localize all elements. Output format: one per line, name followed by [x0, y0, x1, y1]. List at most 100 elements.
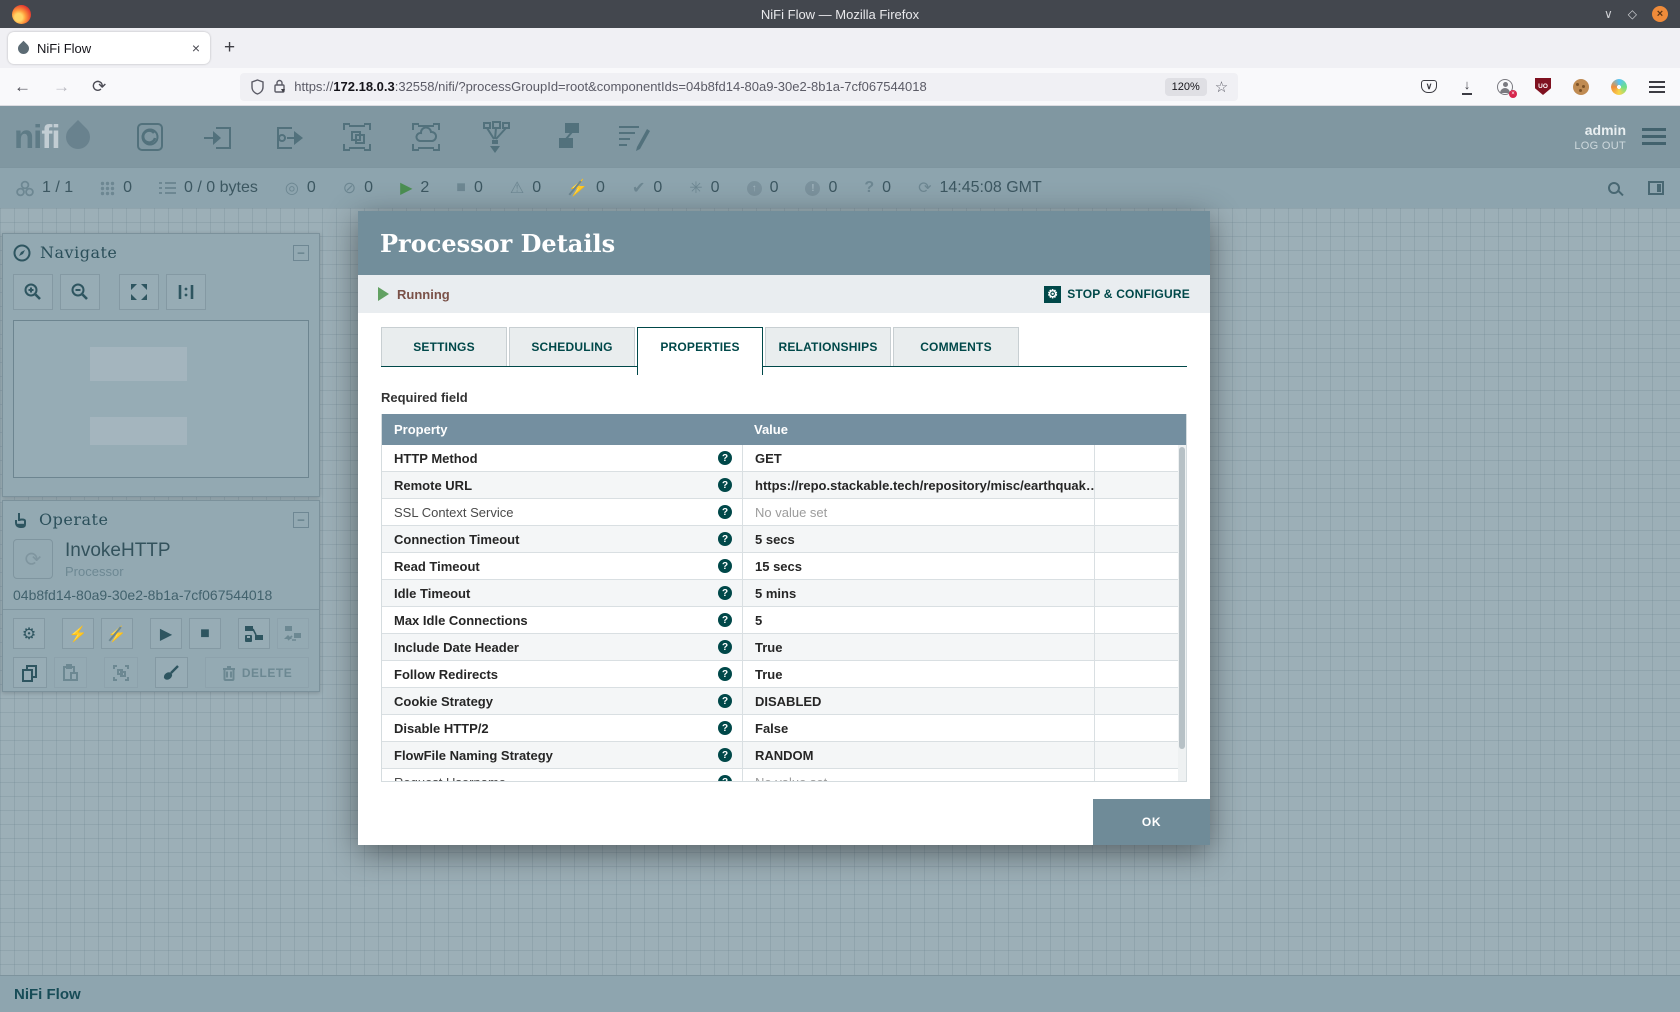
processor-tool-icon[interactable] [132, 119, 168, 155]
table-row: FlowFile Naming Strategy? RANDOM [382, 742, 1186, 769]
tab-bar: NiFi Flow × + [0, 28, 1680, 68]
help-icon[interactable]: ? [718, 694, 732, 708]
remote-process-group-tool-icon[interactable] [408, 119, 444, 155]
stop-and-configure-button[interactable]: ⚙ STOP & CONFIGURE [1044, 286, 1190, 303]
stat-not-transmitting: ⊘0 [343, 178, 373, 198]
properties-table: Property Value HTTP Method? GET Remote U… [381, 414, 1187, 782]
enable-button[interactable]: ⚡ [62, 618, 94, 649]
tab-close-icon[interactable]: × [192, 40, 200, 56]
window-close-icon[interactable]: × [1652, 6, 1668, 22]
search-icon[interactable] [1608, 182, 1620, 194]
ublock-extension-icon[interactable]: UO [1535, 78, 1551, 95]
tab-relationships[interactable]: RELATIONSHIPS [765, 327, 891, 367]
processor-stamp-icon: ⟳ [13, 539, 53, 579]
process-group-tool-icon[interactable] [339, 119, 375, 155]
account-icon[interactable]: × [1496, 78, 1514, 96]
label-tool-icon[interactable] [615, 119, 651, 155]
current-user: admin [1574, 122, 1626, 138]
input-port-tool-icon[interactable] [201, 119, 237, 155]
start-button[interactable]: ▶ [150, 618, 182, 649]
lock-warning-icon[interactable] [273, 79, 286, 94]
stop-button[interactable]: ■ [189, 618, 221, 649]
tab-settings[interactable]: SETTINGS [381, 327, 507, 367]
help-icon[interactable]: ? [718, 667, 732, 681]
dialog-title: Processor Details [380, 229, 615, 258]
reload-button[interactable]: ⟳ [92, 77, 106, 97]
table-row: Follow Redirects? True [382, 661, 1186, 688]
global-menu-icon[interactable] [1642, 128, 1666, 145]
configure-button[interactable]: ⚙ [13, 618, 45, 649]
help-icon[interactable]: ? [718, 451, 732, 465]
funnel-tool-icon[interactable] [477, 119, 513, 155]
help-icon[interactable]: ? [718, 586, 732, 600]
color-button[interactable] [155, 657, 189, 688]
bookmark-star-icon[interactable]: ☆ [1215, 78, 1228, 96]
nifi-drop-icon [61, 120, 95, 154]
birdseye-minimap[interactable] [13, 320, 309, 478]
nifi-logo: nifi [14, 118, 90, 156]
refresh-icon[interactable]: ⟳ [918, 178, 931, 198]
flow-status-bar: 1 / 1 0 0 / 0 bytes ◎0 ⊘0 ▶2 ■0 ⚠0 ⚡0 ✔0… [0, 167, 1680, 208]
dialog-header: Processor Details [358, 211, 1210, 275]
help-icon[interactable]: ? [718, 748, 732, 762]
zoom-out-button[interactable] [60, 274, 100, 310]
help-icon[interactable]: ? [718, 613, 732, 627]
logout-link[interactable]: LOG OUT [1574, 140, 1626, 152]
downloads-icon[interactable]: ↓ [1462, 78, 1473, 94]
help-icon[interactable]: ? [718, 559, 732, 573]
help-icon[interactable]: ? [718, 505, 732, 519]
table-rows: HTTP Method? GET Remote URL? https://rep… [382, 445, 1186, 781]
upload-template-button [277, 618, 309, 649]
run-status-text: Running [397, 287, 450, 302]
table-scrollbar[interactable] [1178, 445, 1186, 781]
tracking-shield-icon[interactable] [250, 79, 265, 95]
collapse-operate-icon[interactable]: – [293, 512, 309, 528]
toggle-panel-icon[interactable] [1648, 181, 1664, 195]
table-row: Idle Timeout? 5 mins [382, 580, 1186, 607]
help-icon[interactable]: ? [718, 640, 732, 654]
window-titlebar: NiFi Flow — Mozilla Firefox ∨ ◇ × [0, 0, 1680, 28]
stat-locally-modified: ✳0 [689, 178, 719, 198]
cookie-extension-icon[interactable] [1573, 79, 1589, 95]
tab-comments[interactable]: COMMENTS [893, 327, 1019, 367]
output-port-tool-icon[interactable] [270, 119, 306, 155]
copy-button[interactable] [13, 657, 47, 688]
minimap-component [90, 347, 187, 381]
help-icon[interactable]: ? [718, 478, 732, 492]
tab-scheduling[interactable]: SCHEDULING [509, 327, 635, 367]
stat-active-threads: 0 [100, 179, 132, 197]
help-icon[interactable]: ? [718, 775, 732, 781]
url-bar[interactable]: https://172.18.0.3:32558/nifi/?processGr… [240, 73, 1238, 101]
pocket-icon[interactable]: ∨ [1421, 80, 1437, 93]
minimap-component [90, 417, 187, 445]
scrollbar-thumb[interactable] [1179, 447, 1185, 749]
save-template-button[interactable] [238, 618, 270, 649]
page-zoom-badge[interactable]: 120% [1165, 78, 1207, 96]
app-menu-icon[interactable] [1649, 81, 1665, 93]
ok-button[interactable]: OK [1093, 799, 1210, 845]
required-field-note: Required field [381, 390, 1187, 405]
breadcrumb-root[interactable]: NiFi Flow [14, 986, 81, 1003]
help-icon[interactable]: ? [718, 532, 732, 546]
back-button[interactable]: ← [14, 77, 31, 97]
screen: NiFi Flow — Mozilla Firefox ∨ ◇ × NiFi F… [0, 0, 1680, 1012]
table-row: HTTP Method? GET [382, 445, 1186, 472]
template-tool-icon[interactable] [546, 119, 582, 155]
zoom-actual-size-button[interactable] [166, 274, 206, 310]
zoom-fit-button[interactable] [119, 274, 159, 310]
disable-button[interactable]: ⚡ [101, 618, 133, 649]
extension-sparkle-icon[interactable] [1611, 79, 1627, 95]
browser-tab-nifi-flow[interactable]: NiFi Flow × [8, 32, 210, 64]
table-row: Disable HTTP/2? False [382, 715, 1186, 742]
url-text[interactable]: https://172.18.0.3:32558/nifi/?processGr… [294, 79, 1156, 94]
new-tab-button[interactable]: + [224, 37, 235, 59]
refresh-status: ⟳ 14:45:08 GMT [918, 178, 1042, 198]
help-icon[interactable]: ? [718, 721, 732, 735]
delete-button: DELETE [205, 657, 309, 688]
window-minimize-icon[interactable]: ∨ [1604, 8, 1613, 20]
tab-properties[interactable]: PROPERTIES [637, 327, 763, 375]
zoom-in-button[interactable] [13, 274, 53, 310]
collapse-navigate-icon[interactable]: – [293, 245, 309, 261]
browser-navbar: ← → ⟳ https://172.18.0.3:32558/nifi/?pro… [0, 68, 1680, 106]
window-maximize-icon[interactable]: ◇ [1628, 8, 1637, 20]
